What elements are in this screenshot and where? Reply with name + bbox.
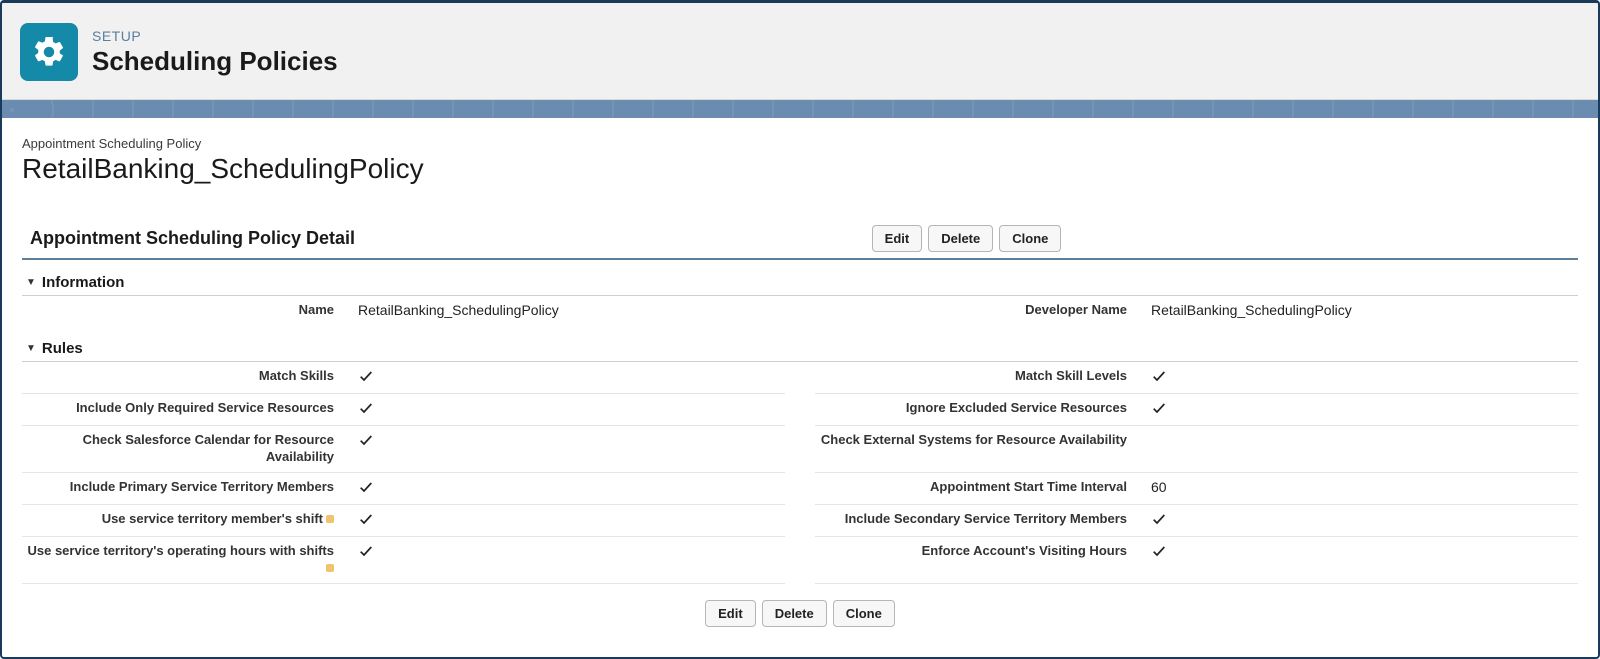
rule-value bbox=[1145, 400, 1578, 419]
check-icon bbox=[1151, 368, 1167, 387]
edit-button[interactable]: Edit bbox=[872, 225, 923, 252]
gear-icon bbox=[20, 23, 78, 81]
rule-label: Ignore Excluded Service Resources bbox=[815, 400, 1145, 417]
rule-value bbox=[352, 479, 785, 498]
rule-value bbox=[1145, 511, 1578, 530]
rule-value bbox=[1145, 368, 1578, 387]
rule-value bbox=[352, 432, 785, 451]
rule-row: Appointment Start Time Interval60 bbox=[815, 473, 1578, 505]
delete-button[interactable]: Delete bbox=[928, 225, 993, 252]
edit-button[interactable]: Edit bbox=[705, 600, 756, 627]
rule-row: Match Skills bbox=[22, 362, 785, 394]
rule-row: Use service territory's operating hours … bbox=[22, 537, 785, 584]
name-value: RetailBanking_SchedulingPolicy bbox=[352, 302, 785, 318]
check-icon bbox=[358, 511, 374, 530]
check-icon bbox=[1151, 511, 1167, 530]
check-icon bbox=[358, 368, 374, 387]
rule-label: Check External Systems for Resource Avai… bbox=[815, 432, 1145, 449]
rule-row: Check External Systems for Resource Avai… bbox=[815, 426, 1578, 473]
rule-value bbox=[352, 368, 785, 387]
rule-label: Include Only Required Service Resources bbox=[22, 400, 352, 417]
rule-label: Appointment Start Time Interval bbox=[815, 479, 1145, 496]
rule-row: Enforce Account's Visiting Hours bbox=[815, 537, 1578, 584]
check-icon bbox=[358, 432, 374, 451]
record-name-title: RetailBanking_SchedulingPolicy bbox=[22, 153, 1578, 185]
developer-name-value: RetailBanking_SchedulingPolicy bbox=[1145, 302, 1578, 318]
setup-eyebrow: SETUP bbox=[92, 28, 338, 44]
detail-section-title: Appointment Scheduling Policy Detail bbox=[22, 228, 355, 249]
developer-name-label: Developer Name bbox=[815, 302, 1145, 319]
check-icon bbox=[358, 543, 374, 562]
rule-row: Include Secondary Service Territory Memb… bbox=[815, 505, 1578, 537]
check-icon bbox=[358, 479, 374, 498]
rule-label: Include Secondary Service Territory Memb… bbox=[815, 511, 1145, 528]
rule-row: Check Salesforce Calendar for Resource A… bbox=[22, 426, 785, 473]
rule-row: Ignore Excluded Service Resources bbox=[815, 394, 1578, 426]
rule-label: Check Salesforce Calendar for Resource A… bbox=[22, 432, 352, 466]
rule-label: Enforce Account's Visiting Hours bbox=[815, 543, 1145, 560]
section-information-label: Information bbox=[42, 274, 125, 291]
rule-label: Match Skill Levels bbox=[815, 368, 1145, 385]
check-icon bbox=[1151, 543, 1167, 562]
section-rules-label: Rules bbox=[42, 340, 83, 357]
rule-label: Include Primary Service Territory Member… bbox=[22, 479, 352, 496]
setup-header: SETUP Scheduling Policies bbox=[2, 3, 1598, 100]
chevron-down-icon: ▼ bbox=[26, 277, 36, 288]
rule-value bbox=[1145, 543, 1578, 562]
help-icon[interactable] bbox=[326, 515, 334, 523]
bottom-button-row: Edit Delete Clone bbox=[22, 600, 1578, 627]
rule-label: Use service territory's operating hours … bbox=[22, 543, 352, 577]
check-icon bbox=[1151, 400, 1167, 419]
rule-value bbox=[352, 400, 785, 419]
clone-button[interactable]: Clone bbox=[833, 600, 895, 627]
rule-row: Match Skill Levels bbox=[815, 362, 1578, 394]
rule-value bbox=[352, 511, 785, 530]
chevron-down-icon: ▼ bbox=[26, 343, 36, 354]
name-label: Name bbox=[22, 302, 352, 319]
section-information[interactable]: ▼ Information bbox=[22, 268, 1578, 296]
rule-label: Use service territory member's shift bbox=[22, 511, 352, 528]
check-icon bbox=[358, 400, 374, 419]
rule-row: Include Only Required Service Resources bbox=[22, 394, 785, 426]
rule-label: Match Skills bbox=[22, 368, 352, 385]
record-type-label: Appointment Scheduling Policy bbox=[22, 136, 1578, 151]
rule-value: 60 bbox=[1145, 479, 1578, 495]
delete-button[interactable]: Delete bbox=[762, 600, 827, 627]
page-title: Scheduling Policies bbox=[92, 46, 338, 77]
section-rules[interactable]: ▼ Rules bbox=[22, 334, 1578, 362]
clone-button[interactable]: Clone bbox=[999, 225, 1061, 252]
top-button-row: Edit Delete Clone bbox=[355, 225, 1578, 252]
rule-row: Include Primary Service Territory Member… bbox=[22, 473, 785, 505]
help-icon[interactable] bbox=[326, 564, 334, 572]
rule-value bbox=[352, 543, 785, 562]
rule-row: Use service territory member's shift bbox=[22, 505, 785, 537]
decorative-band bbox=[2, 100, 1598, 118]
